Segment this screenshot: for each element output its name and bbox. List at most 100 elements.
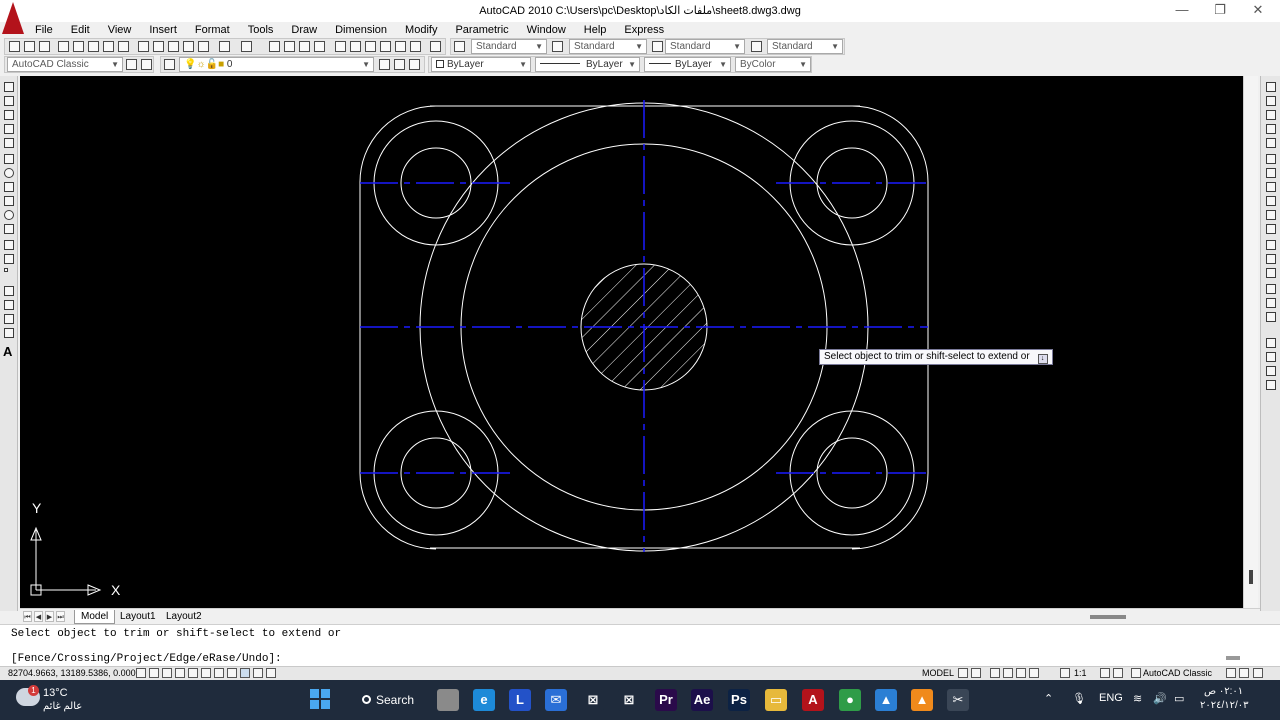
tooltip-options-button[interactable]: ↓ (1037, 354, 1048, 364)
offset-icon[interactable] (1266, 124, 1276, 134)
ortho-mode-icon[interactable] (162, 668, 172, 678)
tab-layout2[interactable]: Layout2 (160, 610, 208, 624)
plot-preview-icon[interactable] (73, 41, 84, 52)
clock-date[interactable]: ٢٠٢٤/١٢/٠٣ (1200, 700, 1249, 711)
linetype-select[interactable]: ByLayer ▼ (535, 57, 640, 72)
annotation-scale-select[interactable]: 1:1 (1074, 667, 1087, 679)
break-at-point-icon[interactable] (1266, 240, 1276, 250)
windows-start-icon[interactable] (310, 689, 330, 709)
multiline-text-icon[interactable]: A (3, 344, 12, 359)
clean-screen-icon[interactable] (1253, 668, 1263, 678)
scale-icon[interactable] (1266, 182, 1276, 192)
file-explorer-app[interactable] (437, 689, 459, 711)
draw-order-icon[interactable] (1266, 338, 1276, 348)
battery-icon[interactable]: ▭ (1174, 692, 1184, 705)
workspace-switch-select[interactable]: AutoCAD Classic (1143, 667, 1212, 679)
spline-icon[interactable] (4, 196, 14, 206)
layer-select[interactable]: 💡☼🔓■ 0 ▼ (179, 57, 374, 72)
command-line[interactable]: Select object to trim or shift-select to… (0, 624, 1280, 666)
point-icon[interactable] (4, 268, 8, 272)
coordinates-readout[interactable]: 82704.9663, 13189.5386, 0.0000 (8, 667, 141, 679)
vlc-app[interactable]: ▲ (911, 689, 933, 711)
qnew-icon[interactable] (9, 41, 20, 52)
hardware-acceleration-icon[interactable] (1239, 668, 1249, 678)
my-workspace-icon[interactable] (141, 59, 152, 70)
object-snap-icon[interactable] (188, 668, 198, 678)
tray-chevron-icon[interactable]: ⌃ (1044, 692, 1053, 705)
copy-object-icon[interactable] (1266, 96, 1276, 106)
zoom-realtime-icon[interactable] (284, 41, 295, 52)
markup-icon[interactable] (395, 41, 406, 52)
make-block-icon[interactable] (4, 254, 14, 264)
grid-display-icon[interactable] (149, 668, 159, 678)
snap-mode-icon[interactable] (136, 668, 146, 678)
multileader-style-select[interactable]: Standard ▼ (767, 39, 843, 54)
insert-block-icon[interactable] (4, 240, 14, 250)
maximize-button[interactable]: ❐ (1200, 0, 1240, 22)
rectangle-icon[interactable] (4, 138, 14, 148)
after-effects-app[interactable]: Ae (691, 689, 713, 711)
tab-next-button[interactable]: ▶ (45, 611, 54, 622)
properties-icon[interactable] (335, 41, 346, 52)
break-icon[interactable] (1266, 254, 1276, 264)
save-icon[interactable] (39, 41, 50, 52)
edge-app[interactable]: e (473, 689, 495, 711)
plot-style-select[interactable]: ByColor ▼ (735, 57, 811, 72)
workspace-settings-icon[interactable] (126, 59, 137, 70)
selection-cycling-icon[interactable] (266, 668, 276, 678)
menu-window[interactable]: Window (518, 22, 575, 38)
capcut-app-1[interactable]: ⊠ (582, 689, 604, 711)
tab-last-button[interactable]: ⏭ (56, 611, 65, 622)
clock-time[interactable]: ٠٢:٠١ ص (1204, 686, 1243, 697)
capcut-app-2[interactable]: ⊠ (618, 689, 640, 711)
zoom-previous-icon[interactable] (314, 41, 325, 52)
premiere-app[interactable]: Pr (655, 689, 677, 711)
trim-icon[interactable] (1266, 210, 1276, 220)
mirror-icon[interactable] (1266, 110, 1276, 120)
menu-modify[interactable]: Modify (396, 22, 446, 38)
chrome-app[interactable]: ● (839, 689, 861, 711)
table-style-icon[interactable] (652, 41, 663, 52)
zoom-status-icon[interactable] (1003, 668, 1013, 678)
wifi-icon[interactable]: ≋ (1133, 692, 1142, 705)
microphone-icon[interactable]: 🎙 (1072, 692, 1086, 705)
polar-tracking-icon[interactable] (175, 668, 185, 678)
arc-icon[interactable] (4, 154, 14, 164)
move-icon[interactable] (1266, 154, 1276, 164)
construction-line-icon[interactable] (4, 96, 14, 106)
paste-icon[interactable] (168, 41, 179, 52)
object-snap-tracking-icon[interactable] (201, 668, 211, 678)
pan-icon[interactable] (269, 41, 280, 52)
redo-icon[interactable] (241, 41, 252, 52)
plot-icon[interactable] (58, 41, 69, 52)
join-icon[interactable] (1266, 268, 1276, 278)
volume-icon[interactable]: 🔊 (1153, 692, 1167, 705)
erase-icon[interactable] (1266, 82, 1276, 92)
design-center-icon[interactable] (350, 41, 361, 52)
menu-format[interactable]: Format (186, 22, 239, 38)
menu-view[interactable]: View (99, 22, 141, 38)
region-icon[interactable] (4, 314, 14, 324)
horizontal-scroll-thumb[interactable] (1090, 615, 1126, 619)
dynamic-input-icon[interactable] (227, 668, 237, 678)
gradient-icon[interactable] (4, 300, 14, 310)
allow-dynamic-ucs-icon[interactable] (214, 668, 224, 678)
tab-first-button[interactable]: ⏮ (23, 611, 32, 622)
drawing-canvas[interactable]: Y X (20, 76, 1243, 608)
vertical-scroll-thumb[interactable] (1249, 570, 1253, 584)
polygon-icon[interactable] (4, 124, 14, 134)
lineweight-select[interactable]: ByLayer ▼ (644, 57, 731, 72)
ellipse-arc-icon[interactable] (4, 224, 14, 234)
cut-icon[interactable] (138, 41, 149, 52)
revision-cloud-icon[interactable] (4, 182, 14, 192)
menu-draw[interactable]: Draw (282, 22, 326, 38)
text-style-select[interactable]: Standard ▼ (471, 39, 547, 54)
menu-tools[interactable]: Tools (239, 22, 283, 38)
command-prompt[interactable]: [Fence/Crossing/Project/Edge/eRase/Undo]… (11, 653, 282, 665)
vertical-scrollbar[interactable] (1243, 76, 1258, 608)
tab-layout1[interactable]: Layout1 (114, 610, 162, 624)
layer-previous-icon[interactable] (394, 59, 405, 70)
quickcalc-icon[interactable] (410, 41, 421, 52)
make-layer-current-icon[interactable] (379, 59, 390, 70)
send-to-back-icon[interactable] (1266, 366, 1276, 376)
